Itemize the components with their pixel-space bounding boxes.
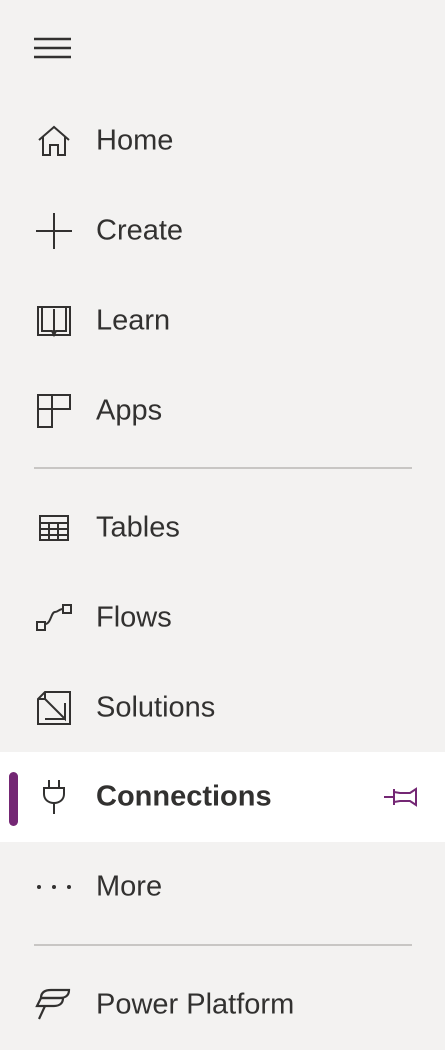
- nav-item-label: Create: [96, 214, 184, 247]
- plus-icon: [34, 211, 74, 251]
- home-icon: [34, 121, 74, 161]
- nav-item-label: Solutions: [96, 691, 216, 724]
- hamburger-button[interactable]: [34, 36, 72, 62]
- nav-item-label: Home: [96, 124, 174, 157]
- nav-divider: [34, 467, 412, 469]
- power-platform-icon: [34, 985, 74, 1025]
- nav-item-label: Connections: [96, 780, 272, 813]
- selection-indicator: [9, 772, 18, 826]
- flow-icon: [34, 598, 74, 638]
- nav-item-apps[interactable]: Apps: [0, 366, 445, 456]
- nav-item-label: Apps: [96, 394, 163, 427]
- nav-item-label: Tables: [96, 511, 180, 544]
- nav-item-label: Power Platform: [96, 988, 295, 1021]
- apps-icon: [34, 391, 74, 431]
- nav-item-tables[interactable]: Tables: [0, 483, 445, 573]
- pin-icon: [384, 787, 417, 807]
- nav-item-solutions[interactable]: Solutions: [0, 663, 445, 753]
- hamburger-icon: [34, 37, 71, 59]
- nav-item-label: Learn: [96, 304, 171, 337]
- nav-item-label: Flows: [96, 601, 172, 634]
- plug-icon: [34, 777, 74, 817]
- nav-item-home[interactable]: Home: [0, 96, 445, 186]
- nav-item-connections[interactable]: Connections: [0, 752, 445, 842]
- pin-button[interactable]: [382, 780, 422, 814]
- book-icon: [34, 301, 74, 341]
- solutions-icon: [34, 688, 74, 728]
- nav-item-more[interactable]: More: [0, 842, 445, 932]
- nav-item-power-platform[interactable]: Power Platform: [0, 960, 445, 1050]
- nav-item-create[interactable]: Create: [0, 186, 445, 276]
- table-icon: [34, 508, 74, 548]
- nav-item-learn[interactable]: Learn: [0, 276, 445, 366]
- nav-item-label: More: [96, 870, 163, 903]
- nav-item-flows[interactable]: Flows: [0, 573, 445, 663]
- nav-divider: [34, 944, 412, 946]
- more-icon: [34, 867, 74, 907]
